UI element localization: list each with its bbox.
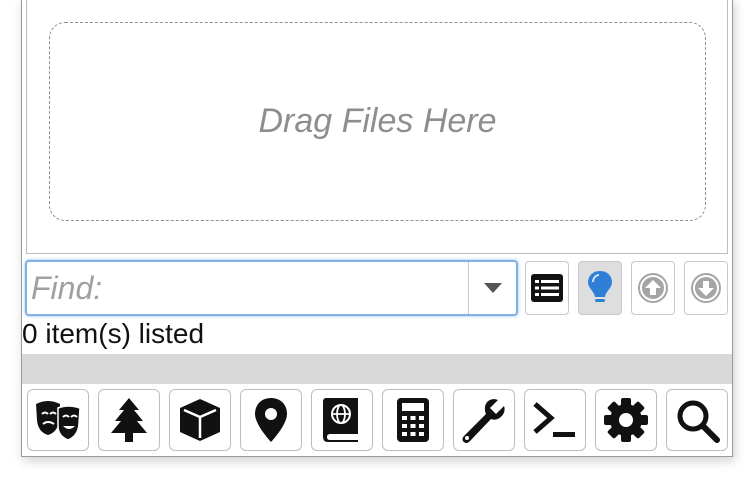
item-count: 0 item(s) listed [22,318,205,349]
dock-tree-button[interactable] [98,389,160,451]
list-view-button[interactable] [525,261,569,315]
map-pin-icon [255,398,287,442]
dock-settings-button[interactable] [595,389,657,451]
arrow-up-circle-icon [638,273,668,303]
calculator-icon [397,398,429,442]
terminal-icon [533,402,575,437]
dock-location-button[interactable] [240,389,302,451]
dock-terminal-button[interactable] [524,389,586,451]
dock-atlas-button[interactable] [311,389,373,451]
theater-masks-icon [36,401,81,441]
gear-icon [604,398,648,442]
drop-zone[interactable]: Drag Files Here [49,22,706,221]
lightbulb-icon [588,271,612,302]
find-dropdown-button[interactable] [468,262,516,314]
scroll-down-button[interactable] [684,261,728,315]
scroll-up-button[interactable] [631,261,675,315]
cube-icon [180,399,220,441]
tree-icon [111,398,147,442]
dock-calculator-button[interactable] [382,389,444,451]
dock-cube-button[interactable] [169,389,231,451]
globe-book-icon [323,398,358,442]
app-window: Drag Files Here Find: 0 item(s) listed [21,0,733,457]
dock-tools-button[interactable] [453,389,515,451]
dock-theater-button[interactable] [27,389,89,451]
list-view-icon [531,274,563,302]
find-input[interactable] [29,264,469,312]
drop-panel: Drag Files Here [26,0,728,254]
wrench-icon [462,399,505,444]
chevron-down-icon [483,283,502,293]
search-icon [677,400,720,443]
status-bar [22,354,732,384]
hints-toggle-button[interactable] [578,261,622,315]
arrow-down-circle-icon [691,273,721,303]
dock-search-button[interactable] [666,389,728,451]
find-combobox[interactable] [25,260,518,316]
drop-zone-label: Drag Files Here [258,102,497,140]
